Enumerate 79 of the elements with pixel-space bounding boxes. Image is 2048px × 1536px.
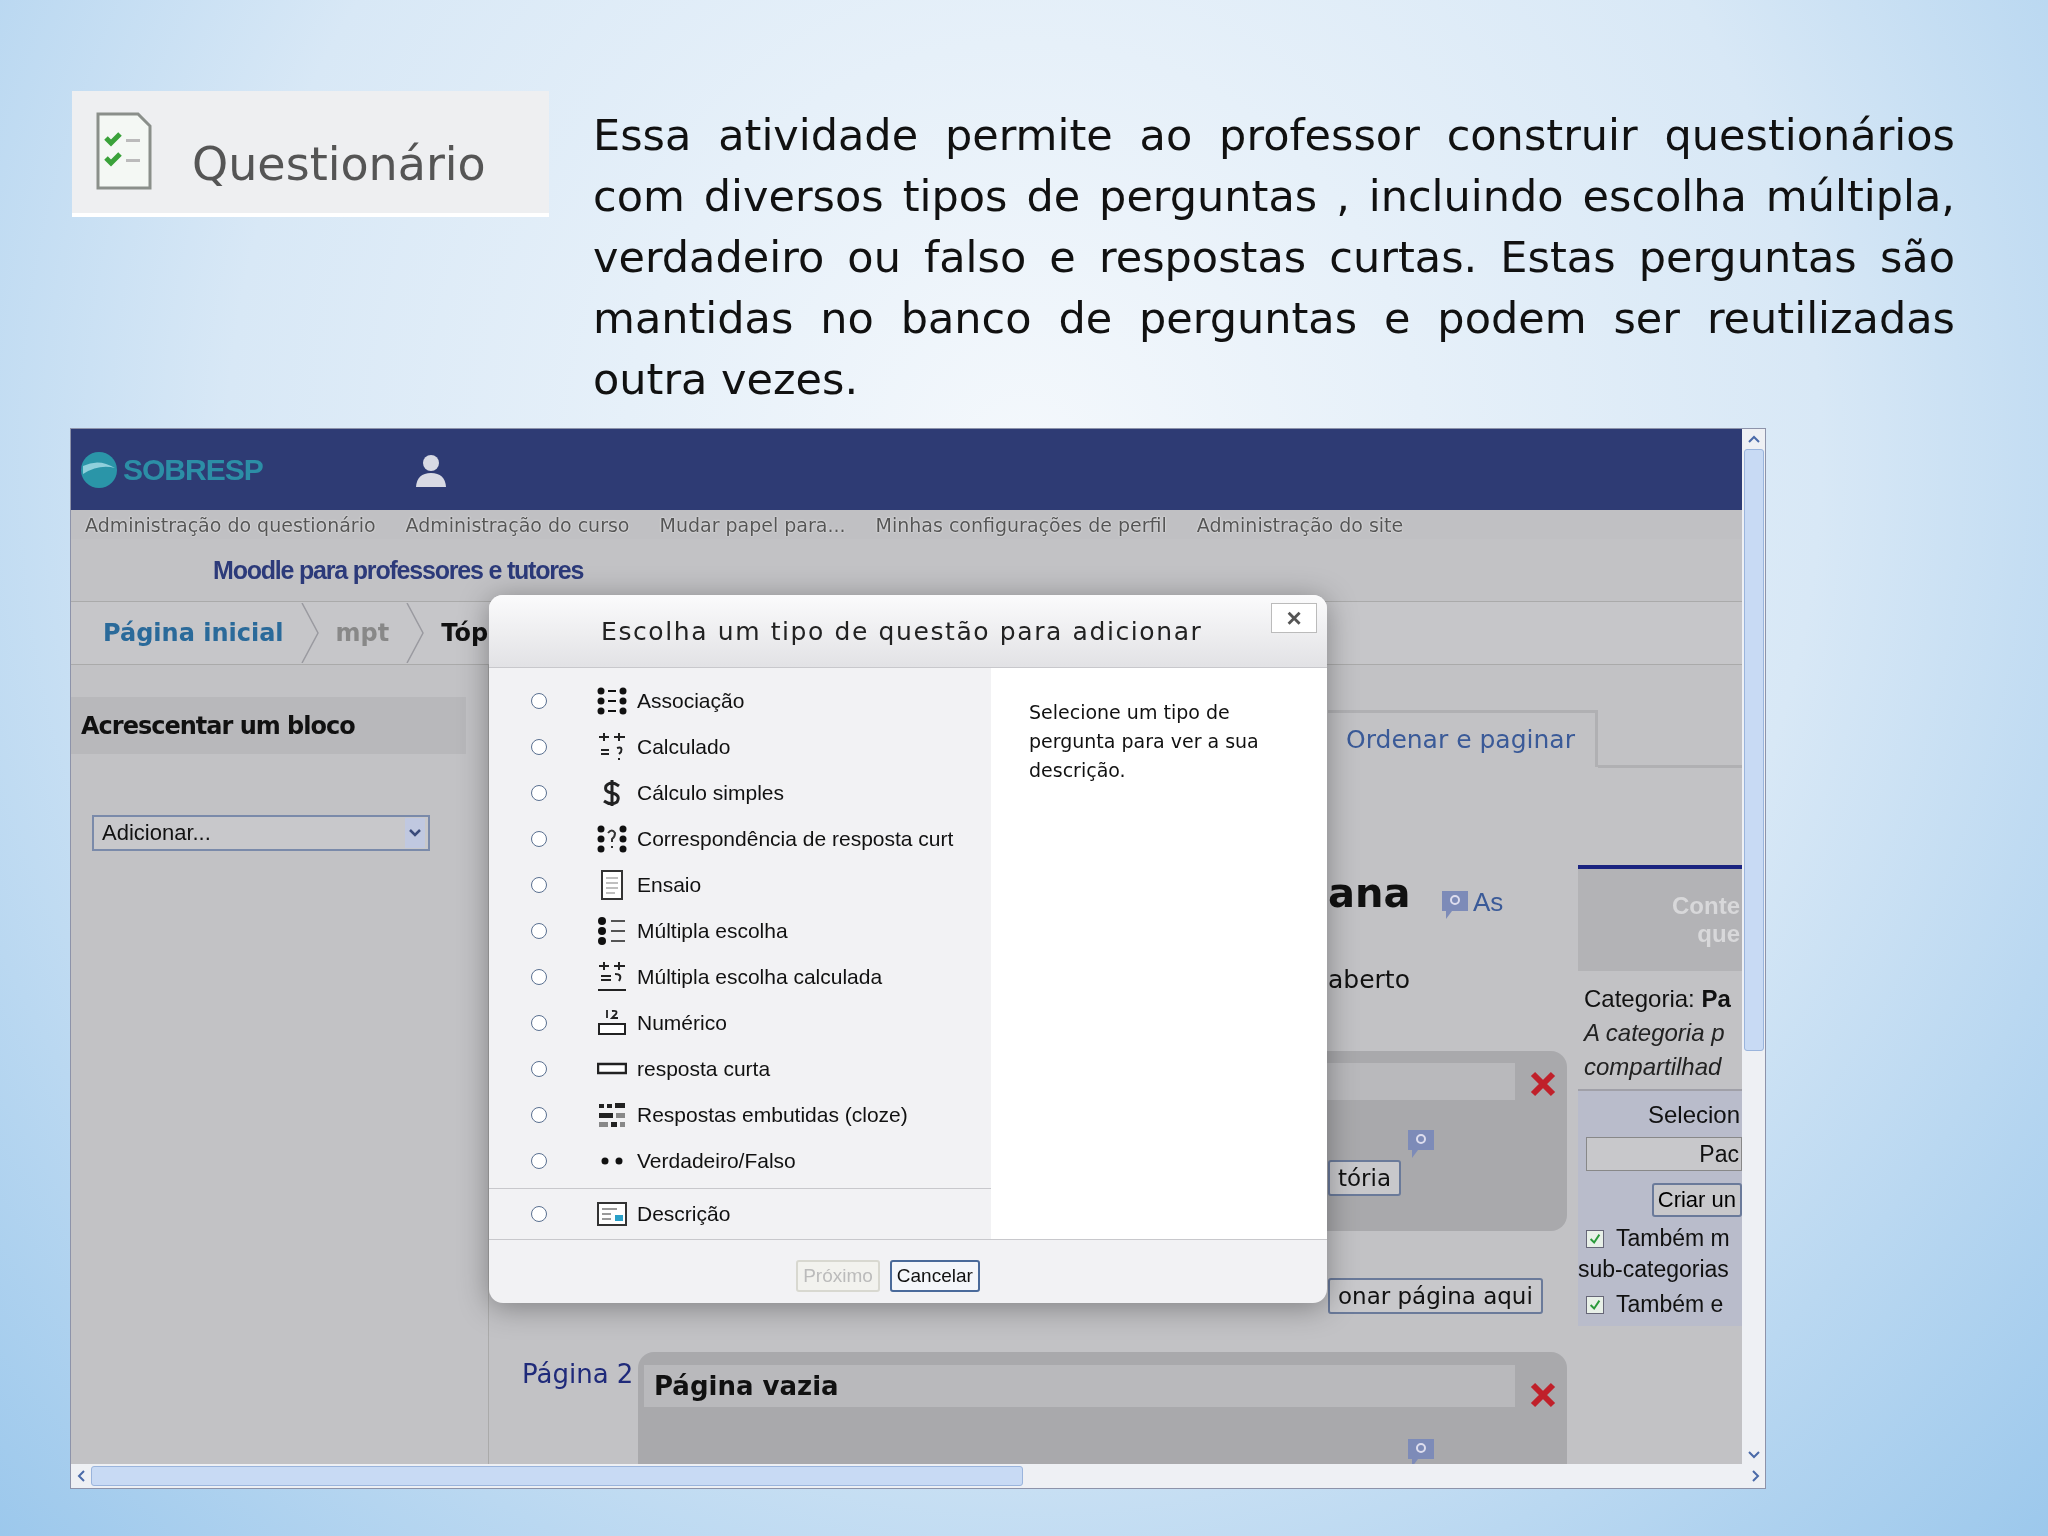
sum-icon [597,732,627,762]
delete-icon[interactable] [1529,1381,1557,1409]
add-question-button[interactable]: tória [1328,1160,1402,1196]
dialog-button[interactable]: Cancelar [889,1260,980,1292]
horizontal-scrollbar[interactable] [71,1464,1765,1488]
scrollbar-thumb[interactable] [1743,449,1764,1051]
question-type-label[interactable]: Descrição [637,1202,731,1226]
category-note: A categoria p [1582,1018,1726,1047]
help-icon[interactable] [1406,1437,1436,1464]
checkbox[interactable] [1586,1229,1604,1248]
radio-button[interactable] [531,877,547,893]
category-note: compartilhad [1583,1052,1723,1081]
quiz-heading: ana [1328,870,1411,916]
question-type-label[interactable]: Verdadeiro/Falso [637,1149,796,1173]
course-title[interactable]: Moodle para professores e tutores [213,555,584,585]
checklist-document-icon [94,112,154,192]
radio-button[interactable] [531,785,547,801]
question-columns-icon [597,824,627,854]
question-type-label[interactable]: Cálculo simples [637,781,785,805]
checkbox[interactable] [1586,1295,1604,1314]
close-button[interactable]: × [1271,603,1317,633]
question-type-label[interactable]: Correspondência de resposta curt [637,827,954,851]
radio-button[interactable] [531,693,547,709]
dialog-title: Escolha um tipo de questão para adicionar [601,616,1203,646]
bullet-list-icon [597,916,627,946]
menu-item[interactable]: Minhas configurações de perfil [875,513,1167,536]
check-icon [1588,1297,1602,1312]
breadcrumb-separator-icon [405,603,426,663]
question-type-label[interactable]: Múltipla escolha calculada [637,965,883,989]
radio-button[interactable] [531,831,547,847]
sum-list-icon [597,962,627,992]
radio-button[interactable] [531,1015,547,1031]
checkbox-label: sub-categorias [1578,1255,1730,1283]
breadcrumb-separator-icon [299,603,320,663]
status-text: aberto [1328,965,1410,994]
check-icon [1588,1231,1602,1246]
vertical-scrollbar[interactable] [1742,429,1765,1464]
help-icon[interactable] [1406,1128,1436,1160]
checkbox-label: Também e [1616,1291,1724,1318]
menu-item[interactable]: Administração do curso [405,513,630,536]
globe-logo-icon [79,449,119,490]
question-type-label[interactable]: resposta curta [637,1057,771,1081]
add-page-button[interactable]: onar página aqui [1328,1278,1543,1314]
menu-item[interactable]: Mudar papel para... [659,513,846,536]
radio-button[interactable] [531,1107,547,1123]
add-block-select[interactable]: Adicionar... [92,815,430,851]
question-type-label[interactable]: Múltipla escolha [637,919,788,943]
number-field-icon [597,1008,627,1038]
category-text: Categoria: Pa [1583,984,1732,1013]
create-category-button[interactable]: Criar un [1651,1183,1742,1217]
help-icon[interactable] [1440,889,1470,921]
menu-item[interactable]: Administração do questionário [85,513,376,536]
question-type-label[interactable]: Numérico [637,1011,727,1035]
radio-button[interactable] [531,1061,547,1077]
radio-button[interactable] [531,739,547,755]
block-title: Acrescentar um bloco [81,711,355,740]
checkbox-label: Também m [1616,1225,1730,1252]
radio-button[interactable] [531,969,547,985]
question-type-label[interactable]: Calculado [637,735,731,759]
question-type-label[interactable]: Associação [637,689,745,713]
radio-button[interactable] [531,923,547,939]
blank-lines-icon [597,1100,627,1130]
question-type-label[interactable]: Ensaio [637,873,702,897]
page-label: Página 2 [522,1359,634,1389]
page-title: Página vazia [654,1371,839,1401]
radio-button[interactable] [531,1153,547,1169]
question-type-label[interactable]: Respostas embutidas (cloze) [637,1103,908,1127]
scrollbar-thumb[interactable] [91,1466,1023,1486]
menu-item[interactable]: Administração do site [1196,513,1404,536]
info-card-icon [597,1199,627,1229]
type-description: Selecione um tipo de pergunta para ver a sua descrição. [1029,700,1260,783]
dotted-columns-icon [597,686,627,716]
category-select[interactable]: Pac [1586,1137,1742,1171]
radio-button[interactable] [531,1206,547,1222]
activity-title: Questionário [192,137,486,191]
select-label: Selecion [1647,1101,1741,1129]
help-link[interactable]: As [1473,887,1504,918]
description-paragraph: Essa atividade permite ao professor construir questionários com diversos tipos de perguntas , incluindo escolha múltipla, verdadeiro ou falso e respostas curtas. Estas perguntas são mantidas no banco de perguntas e podem ser reutilizadas outra vezes. [593,109,1955,406]
delete-icon[interactable] [1529,1070,1557,1098]
